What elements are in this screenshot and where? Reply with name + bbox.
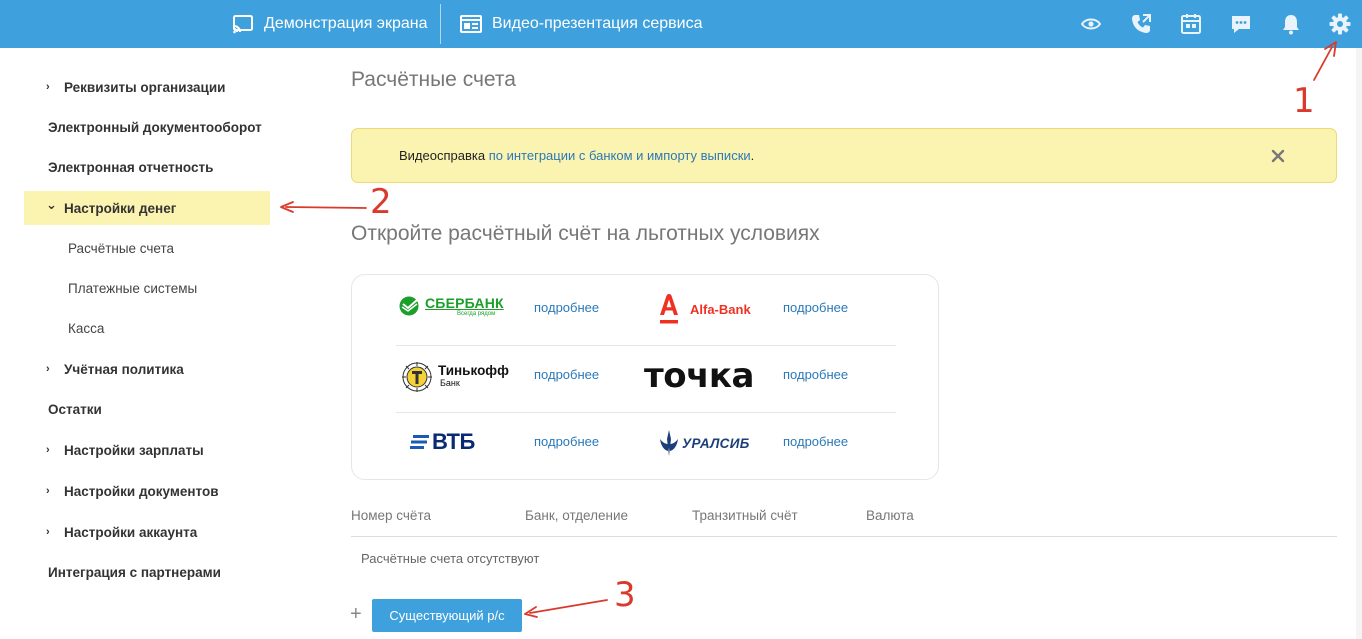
divider xyxy=(396,345,896,346)
sidebar-item-label: Платежные системы xyxy=(68,280,198,296)
screen-demo-label: Демонстрация экрана xyxy=(264,15,428,32)
sidebar-item-label: Остатки xyxy=(48,401,102,417)
sberbank-more-link[interactable]: подробнее xyxy=(534,300,599,315)
chevron-right-icon: › xyxy=(46,81,50,93)
cast-icon xyxy=(233,15,253,34)
page-title: Расчётные счета xyxy=(351,68,516,91)
scrollbar[interactable] xyxy=(1356,48,1362,639)
bell-icon[interactable] xyxy=(1278,11,1304,37)
gear-icon[interactable] xyxy=(1327,11,1353,37)
chat-icon[interactable] xyxy=(1228,11,1254,37)
alfabank-more-link[interactable]: подробнее xyxy=(783,300,848,315)
existing-account-button[interactable]: Существующий р/с xyxy=(372,599,522,632)
sidebar-item-reporting[interactable]: Электронная отчетность xyxy=(24,150,270,184)
sberbank-name: СБЕРБАНК xyxy=(425,295,504,311)
notice-link[interactable]: по интеграции с банком и импорту выписки xyxy=(489,148,751,163)
sidebar-item-money-settings[interactable]: ⌄ Настройки денег xyxy=(24,191,270,225)
sidebar-item-document-settings[interactable]: › Настройки документов xyxy=(24,474,270,508)
tochka-more-link[interactable]: подробнее xyxy=(783,367,848,382)
sidebar-item-balances[interactable]: Остатки xyxy=(24,392,270,426)
presentation-icon xyxy=(460,15,482,33)
notice-prefix: Видеосправка xyxy=(399,148,486,163)
calendar-icon[interactable] xyxy=(1178,11,1204,37)
bank-offers-panel: СБЕРБАНК Всегда рядом подробнее Alfa-Ban… xyxy=(351,274,939,480)
sberbank-tagline: Всегда рядом xyxy=(457,311,496,317)
chevron-right-icon: › xyxy=(46,526,50,538)
sidebar-item-partner-integration[interactable]: Интеграция с партнерами xyxy=(24,555,270,589)
video-presentation-link[interactable]: Видео-презентация сервиса xyxy=(460,0,702,48)
uralsib-name: УРАЛСИБ xyxy=(682,435,750,451)
tinkoff-name: Тинькофф xyxy=(438,363,509,378)
sidebar-item-label: Касса xyxy=(68,320,105,336)
sidebar-item-account-settings[interactable]: › Настройки аккаунта xyxy=(24,515,270,549)
sidebar-item-accounting-policy[interactable]: › Учётная политика xyxy=(24,352,270,386)
screen-demo-link[interactable]: Демонстрация экрана xyxy=(232,0,428,48)
uralsib-logo[interactable]: УРАЛСИБ xyxy=(658,429,750,457)
eye-icon[interactable] xyxy=(1078,11,1104,37)
sidebar-item-requisites[interactable]: › Реквизиты организации xyxy=(24,70,270,104)
column-header-bank[interactable]: Банк, отделение xyxy=(525,508,628,523)
vtb-logo[interactable]: ВТБ xyxy=(410,429,475,455)
column-header-transit-account[interactable]: Транзитный счёт xyxy=(692,508,798,523)
alfabank-mark-icon xyxy=(660,294,678,324)
annotation-number-2: 2 xyxy=(370,182,392,222)
chevron-right-icon: › xyxy=(46,363,50,375)
sidebar-item-label: Учётная политика xyxy=(64,361,184,377)
sidebar-item-label: Реквизиты организации xyxy=(64,79,226,95)
sidebar-item-salary-settings[interactable]: › Настройки зарплаты xyxy=(24,433,270,467)
sberbank-logo[interactable]: СБЕРБАНК Всегда рядом xyxy=(398,295,504,317)
top-divider xyxy=(440,4,441,44)
sidebar-item-label: Настройки зарплаты xyxy=(64,442,204,458)
annotation-number-3: 3 xyxy=(614,575,636,615)
video-help-notice: Видеосправка по интеграции с банком и им… xyxy=(351,128,1337,183)
vtb-more-link[interactable]: подробнее xyxy=(534,434,599,449)
sidebar-item-edo[interactable]: Электронный документооборот xyxy=(24,110,270,144)
promo-title: Откройте расчётный счёт на льготных усло… xyxy=(351,222,820,245)
sidebar-item-bank-accounts[interactable]: Расчётные счета xyxy=(24,231,270,265)
divider xyxy=(396,412,896,413)
tochka-logo[interactable]: точка xyxy=(644,357,754,395)
chevron-right-icon: › xyxy=(46,485,50,497)
vtb-stripes-icon xyxy=(410,435,429,449)
tinkoff-logo[interactable]: Тинькофф Банк xyxy=(400,361,509,393)
chevron-down-icon: ⌄ xyxy=(46,197,57,212)
uralsib-more-link[interactable]: подробнее xyxy=(783,434,848,449)
sberbank-mark-icon xyxy=(399,296,419,316)
sidebar-item-label: Электронный документооборот xyxy=(48,119,262,135)
uralsib-emblem-icon xyxy=(660,430,678,456)
sidebar-item-label: Настройки документов xyxy=(64,483,219,499)
top-bar: Демонстрация экрана Видео-презентация се… xyxy=(0,0,1362,48)
tinkoff-tagline: Банк xyxy=(440,378,460,388)
phone-icon[interactable] xyxy=(1128,11,1154,37)
sidebar-item-payment-systems[interactable]: Платежные системы xyxy=(24,271,270,305)
chevron-right-icon: › xyxy=(46,444,50,456)
sidebar-item-cash[interactable]: Касса xyxy=(24,311,270,345)
close-icon[interactable] xyxy=(1268,146,1288,166)
vtb-name: ВТБ xyxy=(432,429,475,454)
tinkoff-more-link[interactable]: подробнее xyxy=(534,367,599,382)
tinkoff-emblem-icon xyxy=(402,362,432,392)
add-plus-icon[interactable]: + xyxy=(350,603,362,625)
sidebar-item-label: Настройки денег xyxy=(64,200,177,216)
empty-state-text: Расчётные счета отсутствуют xyxy=(361,551,540,566)
sidebar-item-label: Интеграция с партнерами xyxy=(48,564,221,580)
alfabank-logo[interactable]: Alfa-Bank xyxy=(658,292,751,326)
tochka-name: точка xyxy=(644,356,754,396)
sidebar-item-label: Электронная отчетность xyxy=(48,159,214,175)
annotation-number-1: 1 xyxy=(1293,81,1315,121)
sidebar: › Реквизиты организации Электронный доку… xyxy=(0,48,300,639)
column-header-currency[interactable]: Валюта xyxy=(866,508,914,523)
table-divider xyxy=(351,536,1337,537)
alfabank-name: Alfa-Bank xyxy=(690,301,751,317)
sidebar-item-label: Настройки аккаунта xyxy=(64,524,198,540)
sidebar-item-label: Расчётные счета xyxy=(68,240,175,256)
video-presentation-label: Видео-презентация сервиса xyxy=(492,15,703,32)
notice-suffix: . xyxy=(750,148,755,163)
column-header-account-number[interactable]: Номер счёта xyxy=(351,508,431,523)
